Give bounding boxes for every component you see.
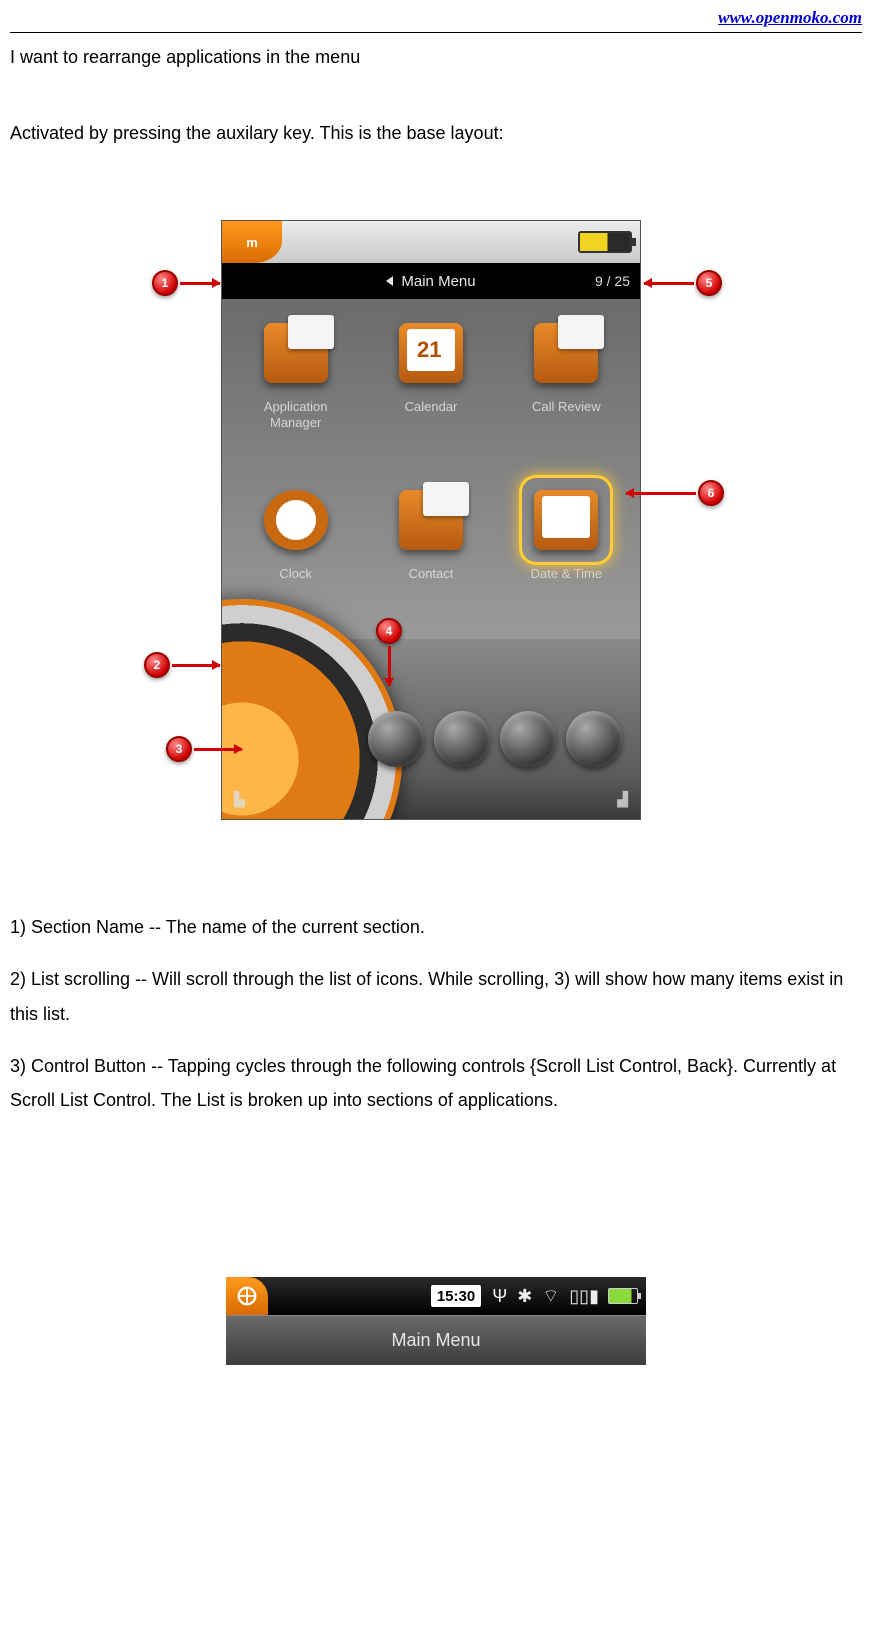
callout-1: 1 [152, 270, 178, 296]
bluetooth-icon: ✱ [512, 1286, 537, 1307]
callout-2: 2 [144, 652, 170, 678]
title-bar: Main Menu 9 / 25 [222, 263, 640, 299]
section-title-2: Main Menu [226, 1315, 646, 1365]
callout-6: 6 [698, 480, 724, 506]
desc-3: 3) Control Button -- Tapping cycles thro… [10, 1049, 862, 1117]
dock-slot[interactable] [434, 711, 490, 767]
app-application-manager[interactable]: ApplicationManager [228, 311, 363, 472]
dock-slot[interactable] [368, 711, 424, 767]
arrow-icon [180, 282, 220, 285]
app-label: Contact [409, 566, 454, 582]
signal-icon: ▯▯▮ [564, 1286, 604, 1307]
callout-4: 4 [376, 618, 402, 644]
phone-statusbar-2: 15:30 Ψ ✱ ⌔ ▯▯▮ [226, 1277, 646, 1315]
calendar-icon: 21 [399, 323, 463, 383]
arrow-icon [194, 748, 242, 751]
wifi-icon: ⌔ [537, 1285, 564, 1308]
dock [368, 711, 622, 767]
logo-icon [226, 1277, 268, 1315]
openmoko-logo-icon [236, 1285, 258, 1307]
figure-statusbar: 15:30 Ψ ✱ ⌔ ▯▯▮ Main Menu [226, 1277, 646, 1365]
app-contact[interactable]: Contact [363, 478, 498, 639]
intro-text: Activated by pressing the auxilary key. … [10, 116, 862, 150]
clock-time: 15:30 [431, 1285, 481, 1307]
desc-2: 2) List scrolling -- Will scroll through… [10, 962, 862, 1030]
app-label: Calendar [405, 399, 458, 415]
contact-icon [399, 490, 463, 550]
figure-main-menu: m Main Menu 9 / 25 ApplicationManager 21 [136, 220, 736, 840]
app-label: Clock [279, 566, 312, 582]
app-date-time[interactable]: Date & Time [499, 478, 634, 639]
app-calendar[interactable]: 21 Calendar [363, 311, 498, 472]
app-grid: ApplicationManager 21 Calendar Call Revi… [222, 299, 640, 639]
status-left-icon: ▙ [234, 791, 245, 808]
usb-icon: Ψ [487, 1286, 512, 1307]
site-link[interactable]: www.openmoko.com [10, 8, 862, 28]
callout-3: 3 [166, 736, 192, 762]
call-review-icon [534, 323, 598, 383]
desc-1: 1) Section Name -- The name of the curre… [10, 910, 862, 944]
app-manager-icon [264, 323, 328, 383]
app-label: ApplicationManager [264, 399, 328, 430]
app-label: Date & Time [531, 566, 603, 582]
dock-slot[interactable] [500, 711, 556, 767]
section-title: Main Menu [401, 273, 475, 290]
phone-topbar: m [222, 221, 640, 263]
lower-panel [222, 639, 640, 779]
dock-slot[interactable] [566, 711, 622, 767]
arrow-icon [172, 664, 220, 667]
app-call-review[interactable]: Call Review [499, 311, 634, 472]
divider [10, 32, 862, 33]
back-arrow-icon [386, 276, 393, 286]
page-heading: I want to rearrange applications in the … [10, 47, 862, 68]
logo-icon: m [222, 221, 282, 263]
callout-5: 5 [696, 270, 722, 296]
arrow-icon [626, 492, 696, 495]
arrow-icon [388, 646, 391, 686]
date-time-icon [534, 490, 598, 550]
calendar-date: 21 [417, 337, 441, 363]
status-right-icon: ▟ [617, 791, 628, 808]
arrow-icon [644, 282, 694, 285]
phone-frame: m Main Menu 9 / 25 ApplicationManager 21 [221, 220, 641, 820]
battery-icon [608, 1288, 638, 1304]
app-label: Call Review [532, 399, 601, 415]
battery-icon [578, 231, 632, 253]
clock-icon [264, 490, 328, 550]
item-counter: 9 / 25 [595, 273, 630, 289]
